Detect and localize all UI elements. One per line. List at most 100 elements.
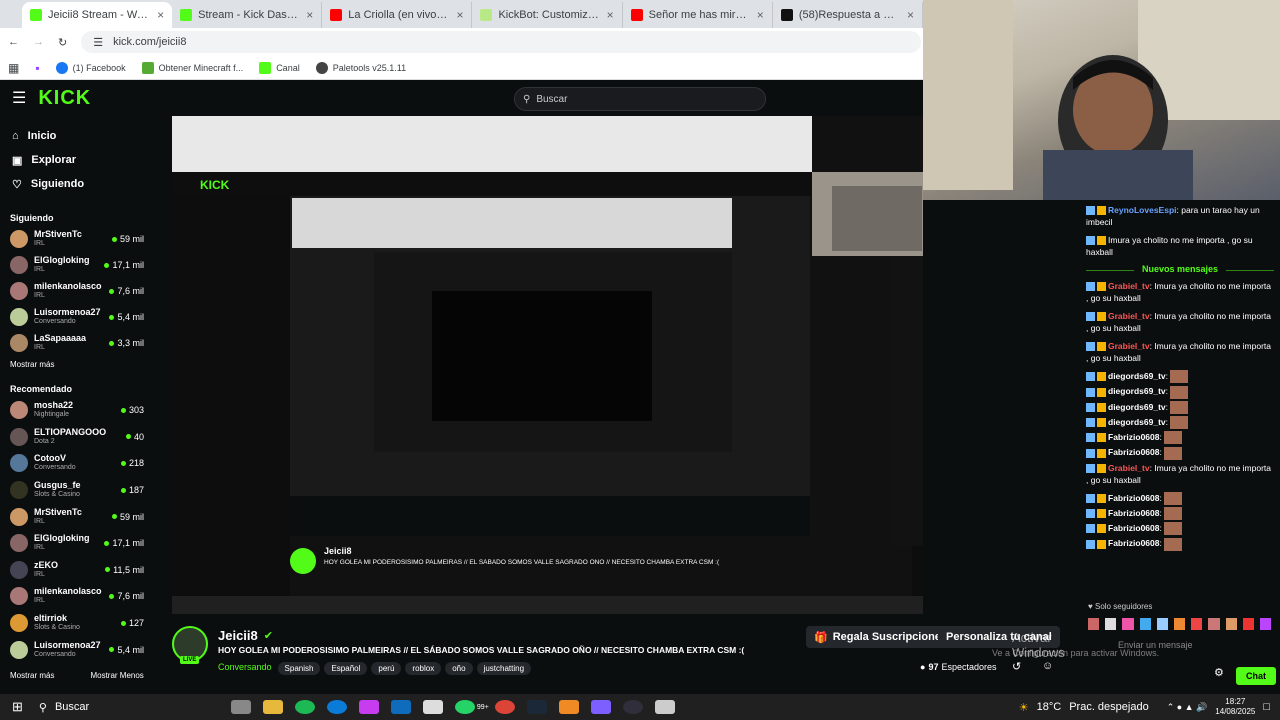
nav-inicio[interactable]: ⌂ Inicio: [0, 124, 152, 148]
emote-bar[interactable]: [1088, 618, 1273, 634]
stream-tag[interactable]: roblox: [405, 662, 442, 675]
weather-icon[interactable]: ☀: [1019, 701, 1029, 714]
forward-icon[interactable]: →: [33, 36, 44, 48]
video-player[interactable]: KICK Jeicii8 HOY GOLEA MI PODEROSISIMO P…: [172, 116, 923, 614]
streamer-name[interactable]: Jeicii8: [218, 628, 258, 643]
stream-tag[interactable]: justchatting: [476, 662, 532, 675]
outlook-icon[interactable]: [390, 700, 411, 714]
close-tab-icon[interactable]: ×: [456, 8, 463, 22]
sidebar-channel[interactable]: ELTIOPANGOOO Dota 2 40: [0, 424, 152, 451]
chat-username[interactable]: diegords69_tv: [1108, 386, 1166, 396]
close-tab-icon[interactable]: ×: [607, 8, 614, 22]
obs-icon[interactable]: [622, 700, 643, 714]
sidebar-channel[interactable]: ElGlogloking IRL 17,1 mil: [0, 252, 152, 278]
kick-logo[interactable]: KICK: [38, 87, 91, 110]
nav-siguiendo[interactable]: ♡ Siguiendo: [0, 172, 152, 196]
browser-tab[interactable]: (58)Respuesta a @lonso×: [773, 2, 923, 28]
whatsapp-icon[interactable]: 99+: [449, 700, 489, 714]
sidebar-channel[interactable]: mosha22 Nightingale 303: [0, 397, 152, 424]
show-more-recommended[interactable]: Mostrar más: [0, 671, 54, 680]
spotify-icon[interactable]: [294, 700, 315, 714]
back-icon[interactable]: ←: [8, 36, 19, 48]
sidebar-channel[interactable]: MrStivenTc IRL 59 mil: [0, 503, 152, 530]
stream-tag[interactable]: Español: [324, 662, 368, 675]
site-info-icon[interactable]: ☰: [93, 36, 103, 49]
sidebar-channel[interactable]: LaSapaaaaa IRL 3,3 mil: [0, 330, 152, 356]
close-tab-icon[interactable]: ×: [306, 8, 313, 22]
chat-username[interactable]: Grabiel_tv: [1108, 311, 1150, 321]
tab-favicon-icon: [480, 9, 493, 21]
sidebar-channel[interactable]: milenkanolasco IRL 7,6 mil: [0, 583, 152, 610]
sidebar-channel[interactable]: Luisormenoa27 Conversando 5,4 mil: [0, 636, 152, 663]
settings-icon[interactable]: ⚙: [1214, 666, 1224, 679]
chat-username[interactable]: diegords69_tv: [1108, 371, 1166, 381]
file-explorer-icon[interactable]: [262, 700, 283, 714]
reload-icon[interactable]: ↻: [58, 36, 67, 49]
chrome-icon[interactable]: [494, 700, 515, 714]
notification-icon[interactable]: □: [1263, 701, 1270, 713]
chat-username[interactable]: Grabiel_tv: [1108, 341, 1150, 351]
share-icon[interactable]: ↺: [1012, 660, 1021, 673]
stream-tag[interactable]: perú: [371, 662, 402, 675]
app-icon[interactable]: [558, 700, 579, 714]
browser-tab[interactable]: Señor me has mirado a los ojos×: [623, 2, 773, 28]
sidebar-channel[interactable]: CotooV Conversando 218: [0, 450, 152, 477]
url-field[interactable]: ☰ kick.com/jeicii8: [81, 31, 922, 53]
clock[interactable]: 18:27 14/08/2025: [1215, 697, 1255, 717]
chat-username[interactable]: Fabrizio0608: [1108, 432, 1160, 442]
chat-username[interactable]: Grabiel_tv: [1108, 281, 1150, 291]
browser-tab[interactable]: Jeicii8 Stream - Watch Live on Kick×: [22, 2, 173, 28]
bookmark-facebook[interactable]: (1) Facebook: [55, 61, 126, 74]
bookmark-paletools[interactable]: Paletools v25.1.11: [315, 61, 406, 74]
recommended-list: mosha22 Nightingale 303 ELTIOPANGOOO Dota …: [0, 397, 152, 663]
gift-subs-button[interactable]: 🎁 Regala Suscripciones: [806, 626, 956, 648]
store-icon[interactable]: [422, 700, 443, 714]
menu-icon[interactable]: ☰: [12, 88, 26, 108]
sidebar-channel[interactable]: MrStivenTc IRL 59 mil: [0, 226, 152, 252]
chat-username[interactable]: diegords69_tv: [1108, 402, 1166, 412]
show-more-following[interactable]: Mostrar más: [0, 360, 152, 369]
stream-tag[interactable]: Spanish: [277, 662, 321, 675]
send-chat-button[interactable]: Chat: [1236, 667, 1276, 685]
copilot-icon[interactable]: [358, 700, 379, 714]
app2-icon[interactable]: [654, 700, 675, 714]
close-tab-icon[interactable]: ×: [907, 8, 914, 22]
bookmark-minecraft[interactable]: Obtener Minecraft f...: [141, 61, 243, 74]
discord-icon[interactable]: [590, 700, 611, 714]
task-view-icon[interactable]: [230, 700, 251, 714]
browser-tab[interactable]: KickBot: Customizable Chat Bot×: [472, 2, 623, 28]
chat-username[interactable]: Grabiel_tv: [1108, 463, 1150, 473]
sidebar-channel[interactable]: ElGlogloking IRL 17,1 mil: [0, 530, 152, 557]
chat-username[interactable]: ReynoLovesEspi: [1108, 205, 1177, 215]
chat-username[interactable]: Fabrizio0608: [1108, 538, 1160, 548]
search-input[interactable]: ⚲ Buscar: [514, 87, 766, 111]
chat-username[interactable]: Fabrizio0608: [1108, 493, 1160, 503]
sidebar-channel[interactable]: Luisormenoa27 Conversando 5,4 mil: [0, 304, 152, 330]
close-tab-icon[interactable]: ×: [157, 8, 164, 22]
bookmark-canal[interactable]: Canal: [259, 61, 300, 74]
browser-tab[interactable]: Stream - Kick Dashboard×: [172, 2, 323, 28]
sidebar-channel[interactable]: eltirriok Slots & Casino 127: [0, 610, 152, 637]
twitch-icon[interactable]: ▪: [35, 61, 39, 75]
chat-username[interactable]: Fabrizio0608: [1108, 447, 1160, 457]
edge-icon[interactable]: [326, 700, 347, 714]
chat-username[interactable]: Fabrizio0608: [1108, 523, 1160, 533]
sidebar-channel[interactable]: Gusgus_fe Slots & Casino 187: [0, 477, 152, 504]
steam-icon[interactable]: [526, 700, 547, 714]
stream-tag[interactable]: oño: [445, 662, 473, 675]
chat-username[interactable]: Fabrizio0608: [1108, 508, 1160, 518]
close-tab-icon[interactable]: ×: [757, 8, 764, 22]
nav-explorar[interactable]: ▣ Explorar: [0, 148, 152, 172]
apps-icon[interactable]: ▦: [8, 61, 19, 75]
tray-icons[interactable]: ⌃ ● ▲ 🔊: [1167, 702, 1208, 713]
user-icon[interactable]: ☺: [1042, 660, 1053, 672]
sidebar-channel[interactable]: zEKO IRL 11,5 mil: [0, 557, 152, 584]
browser-tab[interactable]: La Criolla (en vivo) - Combinación×: [322, 2, 473, 28]
stream-category[interactable]: Conversando: [218, 662, 272, 672]
taskbar-search[interactable]: ⚲ Buscar: [35, 701, 225, 714]
show-less-recommended[interactable]: Mostrar Menos: [80, 671, 143, 680]
windows-start-icon[interactable]: ⊞: [12, 699, 23, 715]
chat-username[interactable]: diegords69_tv: [1108, 417, 1166, 427]
chat-message: Fabrizio0608:: [1086, 522, 1274, 536]
sidebar-channel[interactable]: milenkanolasco IRL 7,6 mil: [0, 278, 152, 304]
